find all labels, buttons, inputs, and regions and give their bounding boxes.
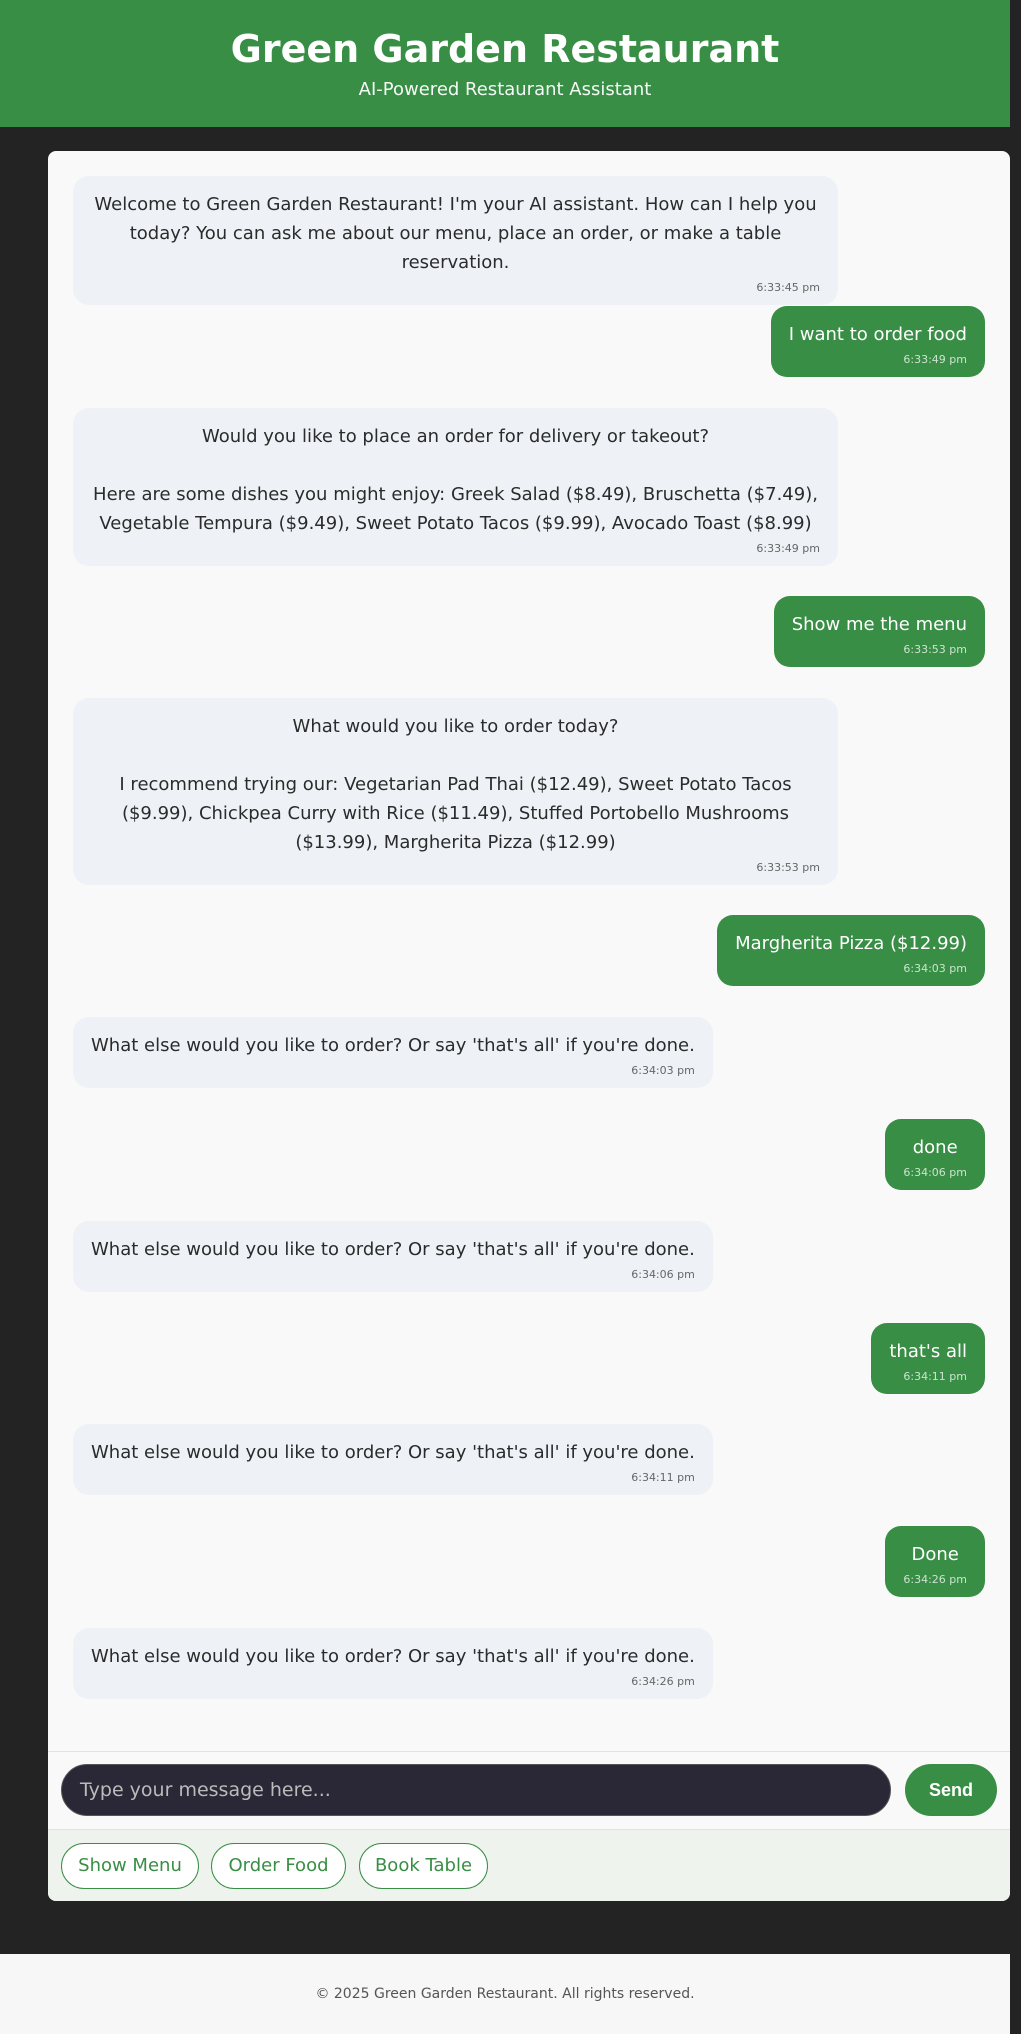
user-message: Show me the menu 6:33:53 pm	[773, 596, 985, 667]
bot-message: What would you like to order today? I re…	[73, 698, 838, 885]
message-text: done	[912, 1137, 958, 1158]
user-message: I want to order food 6:33:49 pm	[770, 306, 985, 377]
message-time: 6:34:03 pm	[903, 962, 967, 975]
message-text: Would you like to place an order for del…	[93, 426, 818, 534]
message-text: What else would you like to order? Or sa…	[91, 1442, 695, 1463]
page-subtitle: AI-Powered Restaurant Assistant	[358, 79, 652, 100]
user-message: Margherita Pizza ($12.99) 6:34:03 pm	[717, 915, 985, 986]
message-text: Show me the menu	[791, 614, 967, 635]
message-time: 6:33:49 pm	[756, 542, 820, 555]
message-text: What else would you like to order? Or sa…	[91, 1239, 695, 1260]
quick-actions: Show Menu Order Food Book Table	[48, 1829, 1010, 1901]
bot-message: What else would you like to order? Or sa…	[73, 1424, 713, 1495]
message-time: 6:33:45 pm	[756, 281, 820, 294]
message-text: What else would you like to order? Or sa…	[91, 1035, 695, 1056]
bot-message: Welcome to Green Garden Restaurant! I'm …	[73, 176, 838, 305]
message-text: Welcome to Green Garden Restaurant! I'm …	[94, 194, 817, 273]
message-time: 6:34:03 pm	[631, 1064, 695, 1077]
message-text: I want to order food	[788, 324, 967, 345]
order-food-button[interactable]: Order Food	[211, 1843, 346, 1889]
page-title: Green Garden Restaurant	[230, 27, 780, 71]
chat-container: Welcome to Green Garden Restaurant! I'm …	[48, 151, 1010, 1901]
bot-message: What else would you like to order? Or sa…	[73, 1628, 713, 1699]
app-header: Green Garden Restaurant AI-Powered Resta…	[0, 0, 1010, 127]
message-text: What else would you like to order? Or sa…	[91, 1646, 695, 1667]
message-time: 6:33:49 pm	[903, 353, 967, 366]
bot-message: What else would you like to order? Or sa…	[73, 1017, 713, 1088]
message-time: 6:33:53 pm	[903, 643, 967, 656]
message-time: 6:34:06 pm	[631, 1268, 695, 1281]
message-list[interactable]: Welcome to Green Garden Restaurant! I'm …	[48, 151, 1010, 1751]
message-time: 6:34:06 pm	[903, 1166, 967, 1179]
user-message: done 6:34:06 pm	[885, 1119, 985, 1190]
message-time: 6:34:11 pm	[631, 1471, 695, 1484]
message-time: 6:34:11 pm	[903, 1370, 967, 1383]
message-text: Margherita Pizza ($12.99)	[735, 933, 967, 954]
show-menu-button[interactable]: Show Menu	[61, 1843, 199, 1889]
message-time: 6:33:53 pm	[756, 861, 820, 874]
user-message: Done 6:34:26 pm	[885, 1526, 985, 1597]
message-text: that's all	[889, 1341, 967, 1362]
page-footer: © 2025 Green Garden Restaurant. All righ…	[0, 1954, 1010, 2034]
book-table-button[interactable]: Book Table	[359, 1843, 488, 1889]
message-composer: Type your message here... Send	[48, 1751, 1010, 1829]
user-message: that's all 6:34:11 pm	[871, 1323, 985, 1394]
message-text: What would you like to order today? I re…	[119, 716, 792, 853]
footer-text: © 2025 Green Garden Restaurant. All righ…	[315, 1986, 695, 2002]
message-input[interactable]: Type your message here...	[61, 1764, 891, 1816]
bot-message: What else would you like to order? Or sa…	[73, 1221, 713, 1292]
bot-message: Would you like to place an order for del…	[73, 408, 838, 566]
message-time: 6:34:26 pm	[631, 1675, 695, 1688]
message-time: 6:34:26 pm	[903, 1573, 967, 1586]
message-text: Done	[911, 1544, 959, 1565]
send-button[interactable]: Send	[905, 1764, 997, 1816]
